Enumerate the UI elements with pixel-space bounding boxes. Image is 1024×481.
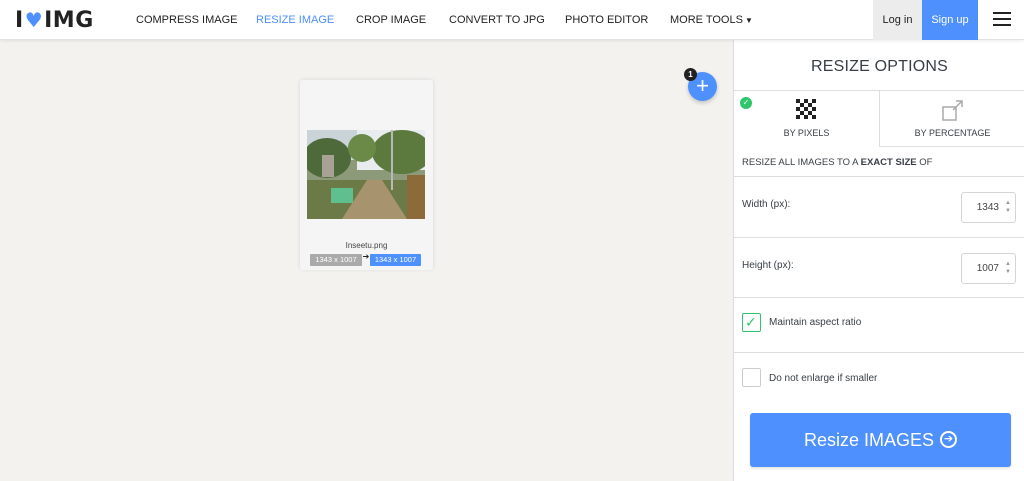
nav-crop-image[interactable]: CROP IMAGE	[356, 0, 426, 40]
tab-by-pixels-label: BY PIXELS	[783, 128, 830, 138]
nav-more-tools-label: MORE TOOLS	[670, 14, 743, 26]
checkmark-icon: ✓	[745, 314, 757, 330]
height-input[interactable]: 1007 ▲ ▼	[961, 253, 1016, 284]
resize-description: RESIZE ALL IMAGES TO A EXACT SIZE OF	[742, 157, 932, 168]
new-size-badge: 1343 x 1007	[370, 254, 421, 266]
pixels-icon	[795, 99, 816, 119]
height-value: 1007	[976, 263, 999, 274]
width-label: Width (px):	[742, 199, 791, 210]
file-card[interactable]: Inseetu.png 1343 x 1007 ➔ 1343 x 1007	[300, 80, 433, 270]
ilovimg-logo[interactable]: I ♥ IMG	[15, 7, 94, 33]
resize-images-button[interactable]: Resize IMAGES ➔	[750, 413, 1011, 467]
login-button[interactable]: Log in	[873, 0, 922, 40]
tab-by-pixels[interactable]: ✓ BY PIXELS	[734, 90, 880, 147]
divider	[734, 176, 1024, 177]
desc-prefix: RESIZE ALL IMAGES TO A	[742, 157, 858, 168]
resize-options-sidebar: RESIZE OPTIONS ✓ BY PIXELS BY PERCENTAGE…	[733, 40, 1024, 481]
logo-text-left: I	[15, 7, 24, 33]
nav-photo-editor[interactable]: PHOTO EDITOR	[565, 0, 648, 40]
do-not-enlarge-checkbox[interactable]	[742, 368, 761, 387]
selected-check-icon: ✓	[740, 97, 752, 109]
width-value: 1343	[976, 202, 999, 213]
tab-by-percentage-label: BY PERCENTAGE	[914, 128, 991, 138]
logo-text-right: IMG	[44, 7, 94, 33]
divider	[734, 237, 1024, 238]
spinner-arrows-icon[interactable]: ▲ ▼	[1004, 199, 1012, 215]
divider	[734, 352, 1024, 353]
nav-more-tools[interactable]: MORE TOOLS ▼	[670, 0, 753, 40]
thumbnail-area: Inseetu.png 1343 x 1007 ➔ 1343 x 1007	[300, 80, 433, 270]
file-count-badge: 1	[684, 68, 697, 81]
percentage-icon	[941, 100, 963, 121]
maintain-aspect-ratio-label: Maintain aspect ratio	[769, 317, 862, 328]
resize-button-label: Resize IMAGES	[803, 430, 935, 450]
file-workspace: Inseetu.png 1343 x 1007 ➔ 1343 x 1007 + …	[0, 40, 733, 481]
desc-suffix: OF	[919, 157, 933, 168]
image-thumbnail	[307, 130, 425, 219]
maintain-aspect-ratio-checkbox[interactable]: ✓	[742, 313, 761, 332]
sidebar-title: RESIZE OPTIONS	[810, 58, 949, 75]
nav-resize-image[interactable]: RESIZE IMAGE	[256, 0, 334, 40]
arrow-circle-right-icon: ➔	[940, 431, 958, 449]
hamburger-menu-icon[interactable]	[993, 12, 1011, 27]
desc-bold: EXACT SIZE	[860, 157, 917, 168]
caret-down-icon: ▼	[744, 16, 753, 25]
width-input[interactable]: 1343 ▲ ▼	[961, 192, 1016, 223]
spinner-arrows-icon[interactable]: ▲ ▼	[1004, 260, 1012, 276]
heart-icon: ♥	[24, 8, 44, 32]
nav-convert-to-jpg[interactable]: CONVERT TO JPG	[449, 0, 545, 40]
top-header: I ♥ IMG COMPRESS IMAGE RESIZE IMAGE CROP I…	[0, 0, 1024, 40]
nav-compress-image[interactable]: COMPRESS IMAGE	[136, 0, 237, 40]
plus-icon: +	[696, 73, 709, 98]
resize-mode-tabs: ✓ BY PIXELS BY PERCENTAGE	[734, 90, 1024, 147]
original-size-badge: 1343 x 1007	[310, 254, 362, 266]
tab-by-percentage[interactable]: BY PERCENTAGE	[879, 90, 1024, 147]
file-name: Inseetu.png	[345, 241, 388, 250]
arrow-right-icon: ➔	[362, 252, 370, 261]
do-not-enlarge-label: Do not enlarge if smaller	[769, 373, 878, 384]
signup-button[interactable]: Sign up	[922, 0, 978, 40]
height-label: Height (px):	[742, 260, 794, 271]
divider	[734, 297, 1024, 298]
